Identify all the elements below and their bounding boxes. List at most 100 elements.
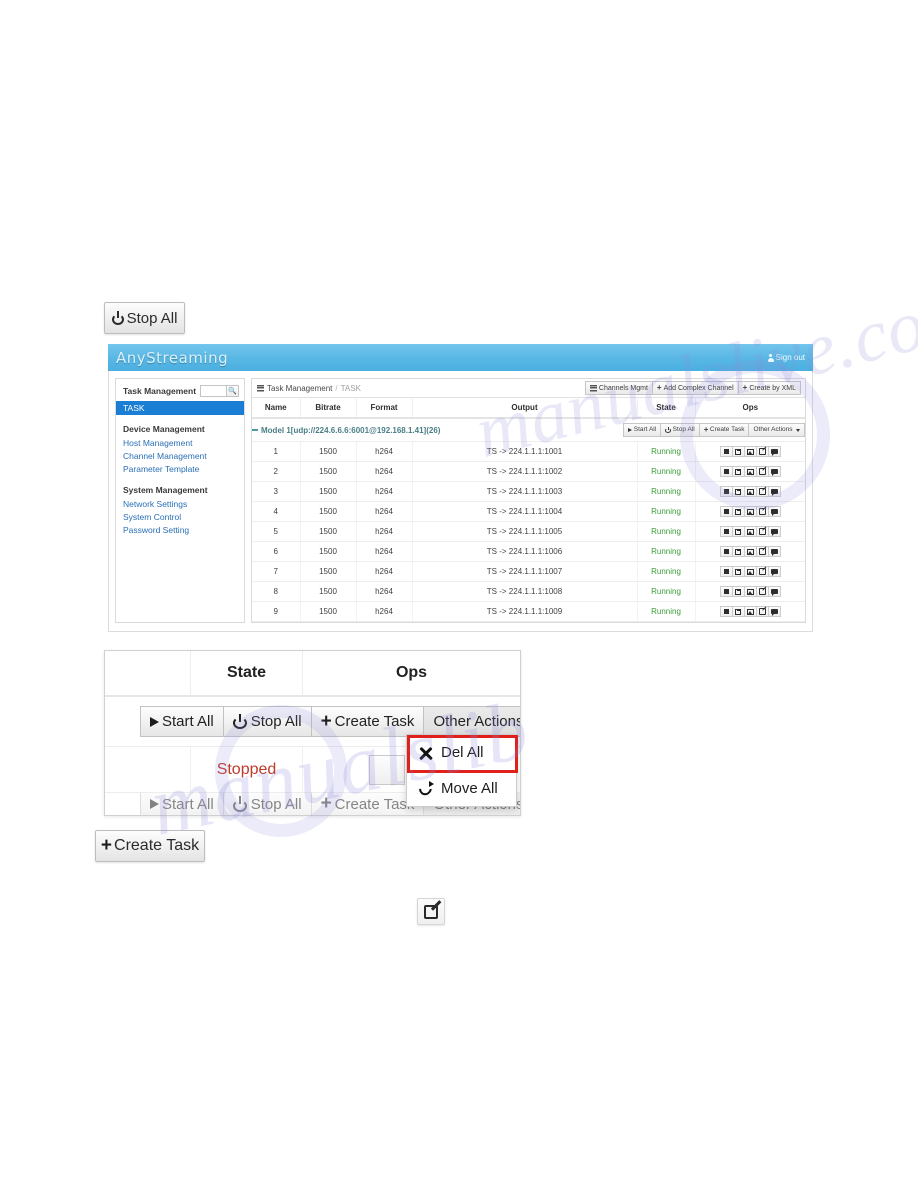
table-row[interactable]: 2 1500 h264 TS -> 224.1.1.1:1002 Running — [252, 461, 805, 482]
breadcrumb-root[interactable]: Task Management — [267, 384, 332, 393]
save-icon — [735, 608, 742, 615]
table-row[interactable]: 7 1500 h264 TS -> 224.1.1.1:1007 Running — [252, 561, 805, 582]
add-complex-channel-button[interactable]: + Add Complex Channel — [651, 381, 739, 395]
sidebar-item-network-settings[interactable]: Network Settings — [116, 497, 244, 510]
save-icon — [735, 488, 742, 495]
callout-stop-all-label-2: Stop All — [250, 795, 302, 813]
cell-format: h264 — [356, 541, 413, 562]
cell-ops — [695, 581, 805, 602]
application-window: AnyStreaming Sign out Task Management 🔍 … — [108, 344, 813, 632]
cell-ops — [695, 441, 805, 462]
table-row[interactable]: 4 1500 h264 TS -> 224.1.1.1:1004 Running — [252, 501, 805, 522]
cell-ops — [695, 601, 805, 622]
row-info-button[interactable] — [767, 486, 781, 497]
create-by-xml-button[interactable]: + Create by XML — [737, 381, 801, 395]
collapse-icon[interactable] — [252, 429, 258, 431]
plus-icon: + — [320, 793, 332, 815]
cell-format: h264 — [356, 481, 413, 502]
cell-name: 6 — [252, 541, 301, 562]
cell-format: h264 — [356, 461, 413, 482]
sidebar-item-parameter-template[interactable]: Parameter Template — [116, 462, 244, 475]
start-all-button[interactable]: Start All — [623, 423, 662, 437]
sidebar-search[interactable]: 🔍 — [200, 385, 239, 397]
callout-stop-all-label2: Stop All — [250, 713, 302, 730]
model-group-cell: Model 1[udp://224.6.6.6:6001@192.168.1.4… — [252, 418, 805, 442]
plus-icon: + — [742, 383, 748, 392]
stop-icon — [723, 469, 729, 474]
callout-ghost-button[interactable] — [369, 755, 405, 785]
cell-format: h264 — [356, 441, 413, 462]
create-task-button[interactable]: + Create Task — [698, 423, 750, 437]
cell-ops — [695, 461, 805, 482]
callout-start-all-button[interactable]: Start All — [140, 706, 224, 737]
callout-stop-all-button-2[interactable]: Stop All — [222, 793, 312, 815]
sidebar-item-task[interactable]: TASK — [116, 401, 244, 415]
table-row[interactable]: 9 1500 h264 TS -> 224.1.1.1:1009 Running — [252, 601, 805, 622]
start-all-label: Start All — [633, 425, 657, 433]
cell-name: 4 — [252, 501, 301, 522]
stop-icon — [723, 549, 729, 554]
sidebar-item-system-control[interactable]: System Control — [116, 510, 244, 523]
cell-name: 9 — [252, 601, 301, 622]
breadcrumb-bar: Task Management / TASK Channels Mgmt + A… — [252, 379, 805, 398]
x-icon — [419, 746, 433, 760]
row-info-button[interactable] — [767, 586, 781, 597]
callout-stop-all-button[interactable]: Stop All — [222, 706, 312, 737]
row-info-button[interactable] — [767, 526, 781, 537]
callout-column-header-state: State — [191, 651, 303, 695]
callout-edit-button[interactable] — [417, 898, 445, 925]
row-info-button[interactable] — [767, 466, 781, 477]
search-input[interactable] — [200, 385, 226, 397]
breadcrumb: Task Management / TASK — [257, 384, 361, 393]
cell-output: TS -> 224.1.1.1:1007 — [412, 561, 638, 582]
cell-bitrate: 1500 — [300, 441, 357, 462]
callout-stop-all-button[interactable]: Stop All — [104, 302, 185, 334]
cell-name: 5 — [252, 521, 301, 542]
table-row[interactable]: 6 1500 h264 TS -> 224.1.1.1:1006 Running — [252, 541, 805, 562]
search-icon[interactable]: 🔍 — [226, 385, 239, 397]
sidebar-item-password-setting[interactable]: Password Setting — [116, 523, 244, 536]
callout-create-task-button[interactable]: + Create Task — [95, 830, 205, 862]
plus-icon: + — [100, 835, 113, 857]
cell-output: TS -> 224.1.1.1:1001 — [412, 441, 638, 462]
stop-all-button[interactable]: Stop All — [660, 423, 700, 437]
create-by-xml-label: Create by XML — [749, 384, 796, 392]
row-info-button[interactable] — [767, 566, 781, 577]
row-info-button[interactable] — [767, 606, 781, 617]
table-row[interactable]: 8 1500 h264 TS -> 224.1.1.1:1008 Running — [252, 581, 805, 602]
play-icon — [628, 428, 633, 432]
sidebar-item-host-management[interactable]: Host Management — [116, 436, 244, 449]
menu-item-move-all[interactable]: Move All — [407, 770, 516, 806]
image-icon — [746, 468, 754, 475]
callout-stop-all-label: Stop All — [126, 309, 178, 327]
image-icon — [746, 448, 754, 455]
channels-mgmt-button[interactable]: Channels Mgmt — [584, 381, 653, 395]
move-icon — [419, 780, 434, 796]
callout-create-task-button[interactable]: + Create Task — [310, 706, 425, 737]
cell-bitrate: 1500 — [300, 461, 357, 482]
sign-out-button[interactable]: Sign out — [767, 353, 805, 362]
image-icon — [746, 568, 754, 575]
chat-icon — [770, 509, 778, 516]
row-info-button[interactable] — [767, 546, 781, 557]
menu-item-del-all[interactable]: Del All — [407, 735, 516, 770]
other-actions-button[interactable]: Other Actions — [748, 423, 805, 437]
callout-ops-detail-panel: State Ops Start All Stop All + Create Ta… — [104, 650, 521, 816]
stop-icon — [723, 449, 729, 454]
callout-other-actions-button[interactable]: Other Actions — [423, 706, 520, 737]
sidebar-item-channel-management[interactable]: Channel Management — [116, 449, 244, 462]
table-row[interactable]: 1 1500 h264 TS -> 224.1.1.1:1001 Running — [252, 441, 805, 462]
save-icon — [735, 588, 742, 595]
chat-icon — [770, 609, 778, 616]
save-icon — [735, 568, 742, 575]
callout-start-all-button-2[interactable]: Start All — [140, 793, 224, 815]
table-row[interactable]: 3 1500 h264 TS -> 224.1.1.1:1003 Running — [252, 481, 805, 502]
table-row[interactable]: 5 1500 h264 TS -> 224.1.1.1:1005 Running — [252, 521, 805, 542]
cell-state: Running — [637, 441, 696, 462]
row-info-button[interactable] — [767, 506, 781, 517]
play-icon — [150, 799, 159, 809]
row-info-button[interactable] — [767, 446, 781, 457]
plus-icon: + — [656, 383, 662, 392]
model-group-label-wrap[interactable]: Model 1[udp://224.6.6.6:6001@192.168.1.4… — [252, 426, 440, 435]
edit-icon — [759, 528, 766, 535]
